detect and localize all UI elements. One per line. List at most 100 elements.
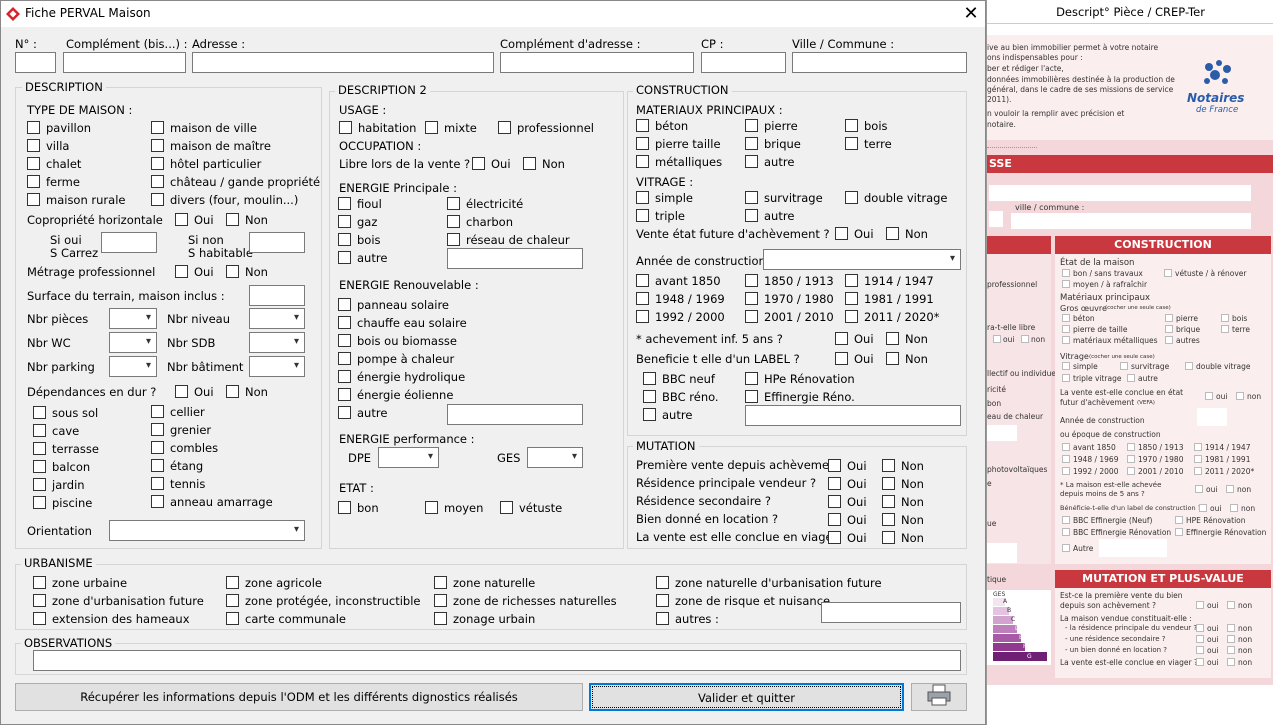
checkbox-2011-2020[interactable] (845, 310, 858, 323)
label-item-checkbox-1[interactable] (1062, 516, 1070, 524)
checkbox-mut1-oui[interactable] (828, 459, 841, 472)
mut-checkbox-4-non[interactable] (1227, 646, 1235, 654)
label-item-checkbox-2[interactable] (1175, 516, 1183, 524)
checkbox-effinergie-reno[interactable] (745, 390, 758, 403)
annee-checkbox-1[interactable] (1062, 443, 1070, 451)
annee-checkbox-6[interactable] (1194, 455, 1202, 463)
checkbox-zone-agricole[interactable] (226, 576, 239, 589)
checkbox-zone-richesses[interactable] (434, 594, 447, 607)
observations-input[interactable] (33, 650, 961, 671)
checkbox-moyen[interactable] (425, 501, 438, 514)
checkbox-avant-1850[interactable] (636, 274, 649, 287)
close-icon[interactable]: ✕ (959, 3, 983, 25)
checkbox-pompe-chaleur[interactable] (338, 352, 351, 365)
checkbox-bbc-neuf[interactable] (643, 372, 656, 385)
ep-autre-input[interactable] (447, 248, 583, 269)
adresse-input[interactable] (192, 52, 494, 73)
checkbox-divers[interactable] (151, 193, 164, 206)
checkbox-copro-non[interactable] (226, 213, 239, 226)
checkbox-achevement-oui[interactable] (835, 332, 848, 345)
checkbox-balcon[interactable] (33, 460, 46, 473)
checkbox-chalet[interactable] (27, 157, 40, 170)
mat-checkbox-5[interactable] (1165, 325, 1173, 333)
checkbox-energie-hydrolique[interactable] (338, 370, 351, 383)
checkbox-vefa-oui[interactable] (835, 227, 848, 240)
achevee-checkbox-oui[interactable] (1195, 485, 1203, 493)
checkbox-terre[interactable] (845, 137, 858, 150)
checkbox-pierre-taille[interactable] (636, 137, 649, 150)
checkbox-zone-naturelle-urbanisation[interactable] (656, 576, 669, 589)
mat-checkbox-6[interactable] (1221, 325, 1229, 333)
checkbox-2001-2010[interactable] (745, 310, 758, 323)
checkbox-grenier[interactable] (151, 423, 164, 436)
annee-checkbox-2[interactable] (1127, 443, 1135, 451)
mat-checkbox-2[interactable] (1165, 314, 1173, 322)
mut-checkbox-2-oui[interactable] (1196, 624, 1204, 632)
checkbox-1914-1947[interactable] (845, 274, 858, 287)
checkbox-bon[interactable] (338, 501, 351, 514)
label-autre-input[interactable] (745, 405, 961, 426)
urb-autres-input[interactable] (821, 602, 961, 623)
mat-checkbox-3[interactable] (1221, 314, 1229, 322)
annee-checkbox-9[interactable] (1194, 467, 1202, 475)
etat-checkbox-2[interactable] (1164, 269, 1172, 277)
checkbox-extension-hameaux[interactable] (33, 612, 46, 625)
checkbox-sous-sol[interactable] (33, 406, 46, 419)
mat-checkbox-4[interactable] (1062, 325, 1070, 333)
mut-checkbox-5-oui[interactable] (1196, 658, 1204, 666)
ville-field[interactable] (1011, 213, 1251, 229)
mat-checkbox-1[interactable] (1062, 314, 1070, 322)
checkbox-electricite[interactable] (447, 197, 460, 210)
checkbox-ferme[interactable] (27, 175, 40, 188)
checkbox-charbon[interactable] (447, 215, 460, 228)
recuperer-button[interactable]: Récupérer les informations depuis l'ODM … (15, 683, 583, 711)
checkbox-piscine[interactable] (33, 496, 46, 509)
checkbox-vefa-non[interactable] (886, 227, 899, 240)
label-checkbox-oui[interactable] (1199, 504, 1207, 512)
checkbox-terrasse[interactable] (33, 442, 46, 455)
checkbox-professionnel[interactable] (498, 121, 511, 134)
checkbox-etang[interactable] (151, 459, 164, 472)
checkbox-mut4-oui[interactable] (828, 513, 841, 526)
complement-adresse-input[interactable] (500, 52, 694, 73)
checkbox-mut2-non[interactable] (882, 477, 895, 490)
checkbox-zone-naturelle[interactable] (434, 576, 447, 589)
complement-bis-input[interactable] (63, 52, 186, 73)
nbr-pieces-select[interactable]: ▾ (109, 308, 157, 329)
etat-checkbox-3[interactable] (1062, 280, 1070, 288)
checkbox-zone-risque[interactable] (656, 594, 669, 607)
checkbox-mut1-non[interactable] (882, 459, 895, 472)
print-button[interactable] (911, 683, 967, 711)
mut-checkbox-2-non[interactable] (1227, 624, 1235, 632)
checkbox-metrage-oui[interactable] (175, 265, 188, 278)
checkbox-metrage-non[interactable] (226, 265, 239, 278)
checkbox-cave[interactable] (33, 424, 46, 437)
checkbox-zone-urbanisation-future[interactable] (33, 594, 46, 607)
left-checkbox-1[interactable] (993, 335, 1001, 343)
checkbox-zone-protegee[interactable] (226, 594, 239, 607)
label-item-checkbox-5[interactable] (1062, 544, 1070, 552)
checkbox-mut2-oui[interactable] (828, 477, 841, 490)
vefa-field[interactable] (1197, 408, 1227, 426)
checkbox-anneau-amarrage[interactable] (151, 495, 164, 508)
checkbox-bois[interactable] (338, 233, 351, 246)
checkbox-hotel-particulier[interactable] (151, 157, 164, 170)
checkbox-combles[interactable] (151, 441, 164, 454)
checkbox-label-autre[interactable] (643, 408, 656, 421)
mut-checkbox-3-oui[interactable] (1196, 635, 1204, 643)
valider-quitter-button[interactable]: Valider et quitter (589, 683, 904, 711)
checkbox-dependances-oui[interactable] (175, 385, 188, 398)
annee-checkbox-7[interactable] (1062, 467, 1070, 475)
annee-checkbox-3[interactable] (1194, 443, 1202, 451)
checkbox-libre-oui[interactable] (472, 157, 485, 170)
nbr-sdb-select[interactable]: ▾ (249, 332, 305, 353)
checkbox-hpe-renovation[interactable] (745, 372, 758, 385)
checkbox-bois-biomasse[interactable] (338, 334, 351, 347)
nbr-parking-select[interactable]: ▾ (109, 356, 157, 377)
er-autre-input[interactable] (447, 404, 583, 425)
checkbox-double-vitrage[interactable] (845, 191, 858, 204)
mut-checkbox-1-oui[interactable] (1196, 601, 1204, 609)
checkbox-fioul[interactable] (338, 197, 351, 210)
checkbox-brique[interactable] (745, 137, 758, 150)
checkbox-survitrage[interactable] (745, 191, 758, 204)
